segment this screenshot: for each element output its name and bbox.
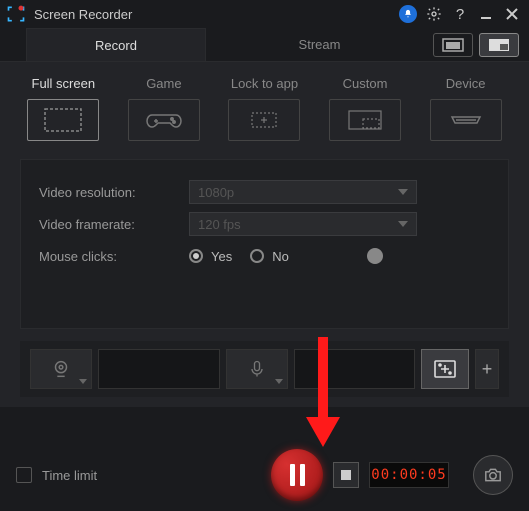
framerate-label: Video framerate: <box>39 217 189 232</box>
stop-recording-button[interactable] <box>333 462 359 488</box>
source-device[interactable]: Device <box>422 76 509 141</box>
mode-fullscreen-button[interactable] <box>479 33 519 57</box>
input-devices-bar: + <box>20 341 509 397</box>
camera-icon <box>483 467 503 483</box>
time-limit-label: Time limit <box>42 468 97 483</box>
mouse-clicks-label: Mouse clicks: <box>39 249 189 264</box>
plus-icon: + <box>482 359 493 380</box>
fullscreen-icon <box>488 38 510 52</box>
add-overlay-button[interactable]: + <box>475 349 499 389</box>
recording-timer: 00:00:05 <box>369 462 449 488</box>
mouse-clicks-no-radio[interactable]: No <box>250 249 289 264</box>
chevron-down-icon <box>398 221 408 227</box>
framerate-select[interactable]: 120 fps <box>189 212 417 236</box>
microphone-icon <box>247 358 267 380</box>
resolution-value: 1080p <box>198 185 234 200</box>
help-button[interactable]: ? <box>449 3 471 25</box>
mouse-no-label: No <box>272 249 289 264</box>
framerate-value: 120 fps <box>198 217 241 232</box>
webcam-toggle[interactable] <box>30 349 92 389</box>
minimize-button[interactable] <box>475 3 497 25</box>
mode-windowed-button[interactable] <box>433 33 473 57</box>
source-custom[interactable]: Custom <box>322 76 409 141</box>
recording-controls: Time limit 00:00:05 <box>0 439 529 511</box>
source-lock-to-app[interactable]: Lock to app <box>221 76 308 141</box>
tab-stream[interactable]: Stream <box>206 28 433 61</box>
mouse-yes-label: Yes <box>211 249 232 264</box>
close-button[interactable] <box>501 3 523 25</box>
webcam-field[interactable] <box>98 349 220 389</box>
radio-icon <box>250 249 264 263</box>
titlebar: Screen Recorder ? <box>0 0 529 28</box>
chevron-down-icon <box>275 379 283 384</box>
stop-icon <box>341 470 351 480</box>
capture-source-row: Full screen Game Lock to app Custom Devi… <box>20 76 509 141</box>
source-full-screen[interactable]: Full screen <box>20 76 107 141</box>
record-panel: Full screen Game Lock to app Custom Devi… <box>0 62 529 407</box>
crosshair-rect-icon <box>244 107 284 133</box>
tab-bar: Record Stream <box>0 28 529 62</box>
webcam-icon <box>50 358 72 380</box>
source-custom-label: Custom <box>343 76 388 91</box>
screenshot-button[interactable] <box>473 455 513 495</box>
custom-region-icon <box>345 107 385 133</box>
overlay-toggle[interactable] <box>421 349 469 389</box>
tab-record-label: Record <box>95 38 137 53</box>
tab-record[interactable]: Record <box>26 28 206 61</box>
help-icon: ? <box>456 6 464 23</box>
resolution-label: Video resolution: <box>39 185 189 200</box>
click-color-indicator[interactable] <box>367 248 383 264</box>
source-full-screen-label: Full screen <box>32 76 96 91</box>
window-icon <box>442 38 464 52</box>
pause-recording-button[interactable] <box>271 449 323 501</box>
radio-icon <box>189 249 203 263</box>
close-icon <box>506 8 518 20</box>
microphone-toggle[interactable] <box>226 349 288 389</box>
hdmi-icon <box>446 107 486 133</box>
source-lock-label: Lock to app <box>231 76 298 91</box>
settings-button[interactable] <box>423 3 445 25</box>
app-title: Screen Recorder <box>34 7 132 22</box>
time-limit-checkbox[interactable] <box>16 467 32 483</box>
bell-icon <box>399 5 417 23</box>
gamepad-icon <box>144 107 184 133</box>
source-game-label: Game <box>146 76 181 91</box>
gear-icon <box>426 6 442 22</box>
app-logo-icon <box>6 4 26 24</box>
chevron-down-icon <box>79 379 87 384</box>
notifications-button[interactable] <box>397 3 419 25</box>
monitor-icon <box>43 107 83 133</box>
resolution-select[interactable]: 1080p <box>189 180 417 204</box>
settings-panel: Video resolution: 1080p Video framerate:… <box>20 159 509 329</box>
pause-icon <box>290 464 305 486</box>
minimize-icon <box>480 8 492 20</box>
chevron-down-icon <box>398 189 408 195</box>
mouse-clicks-yes-radio[interactable]: Yes <box>189 249 232 264</box>
source-game[interactable]: Game <box>121 76 208 141</box>
source-device-label: Device <box>446 76 486 91</box>
microphone-field[interactable] <box>294 349 416 389</box>
tab-stream-label: Stream <box>299 37 341 52</box>
overlay-sparkle-icon <box>433 359 457 379</box>
